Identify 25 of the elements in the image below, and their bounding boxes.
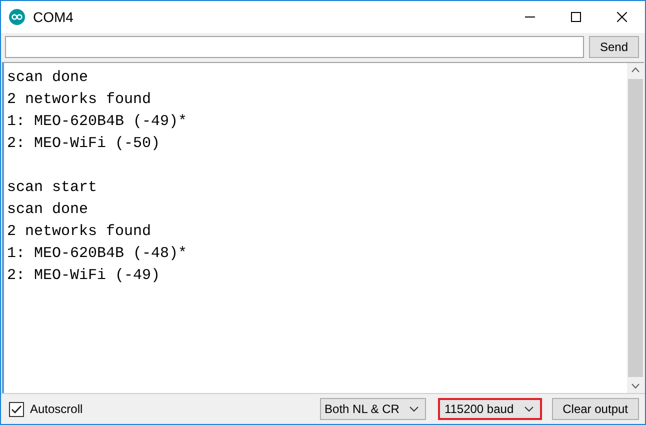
autoscroll-label: Autoscroll xyxy=(30,402,84,416)
output-line: 1: MEO-620B4B (-49)* xyxy=(7,112,188,132)
clear-output-button[interactable]: Clear output xyxy=(552,398,639,420)
output-line: scan done xyxy=(7,200,90,220)
output-line: 2 networks found xyxy=(7,90,152,110)
dropdown-value: Both NL & CR xyxy=(324,402,400,416)
output-line: 2: MEO-WiFi (-50) xyxy=(7,134,162,154)
message-input-field[interactable] xyxy=(5,36,584,58)
dropdown[interactable]: Both NL & CR xyxy=(320,398,426,420)
scrollbar[interactable] xyxy=(627,63,644,393)
dropdown[interactable]: 115200 baud xyxy=(438,398,542,420)
dropdown-value: 115200 baud xyxy=(444,402,514,416)
output-line: 1: MEO-620B4B (-48)* xyxy=(7,244,188,264)
close-icon xyxy=(617,12,627,22)
output-line: 2: MEO-WiFi (-49) xyxy=(7,266,162,286)
caret-icon xyxy=(409,406,420,412)
infinity-logo-icon xyxy=(9,9,25,25)
send-button[interactable]: Send xyxy=(588,36,639,58)
maximize-icon xyxy=(571,12,581,22)
output-line: scan done xyxy=(7,68,90,88)
autoscroll-checkbox[interactable] xyxy=(9,402,24,416)
output-line: 2 networks found xyxy=(7,222,152,242)
caret-icon xyxy=(524,406,534,412)
window-title: COM4 xyxy=(33,9,74,25)
output-line: scan start xyxy=(7,178,98,198)
